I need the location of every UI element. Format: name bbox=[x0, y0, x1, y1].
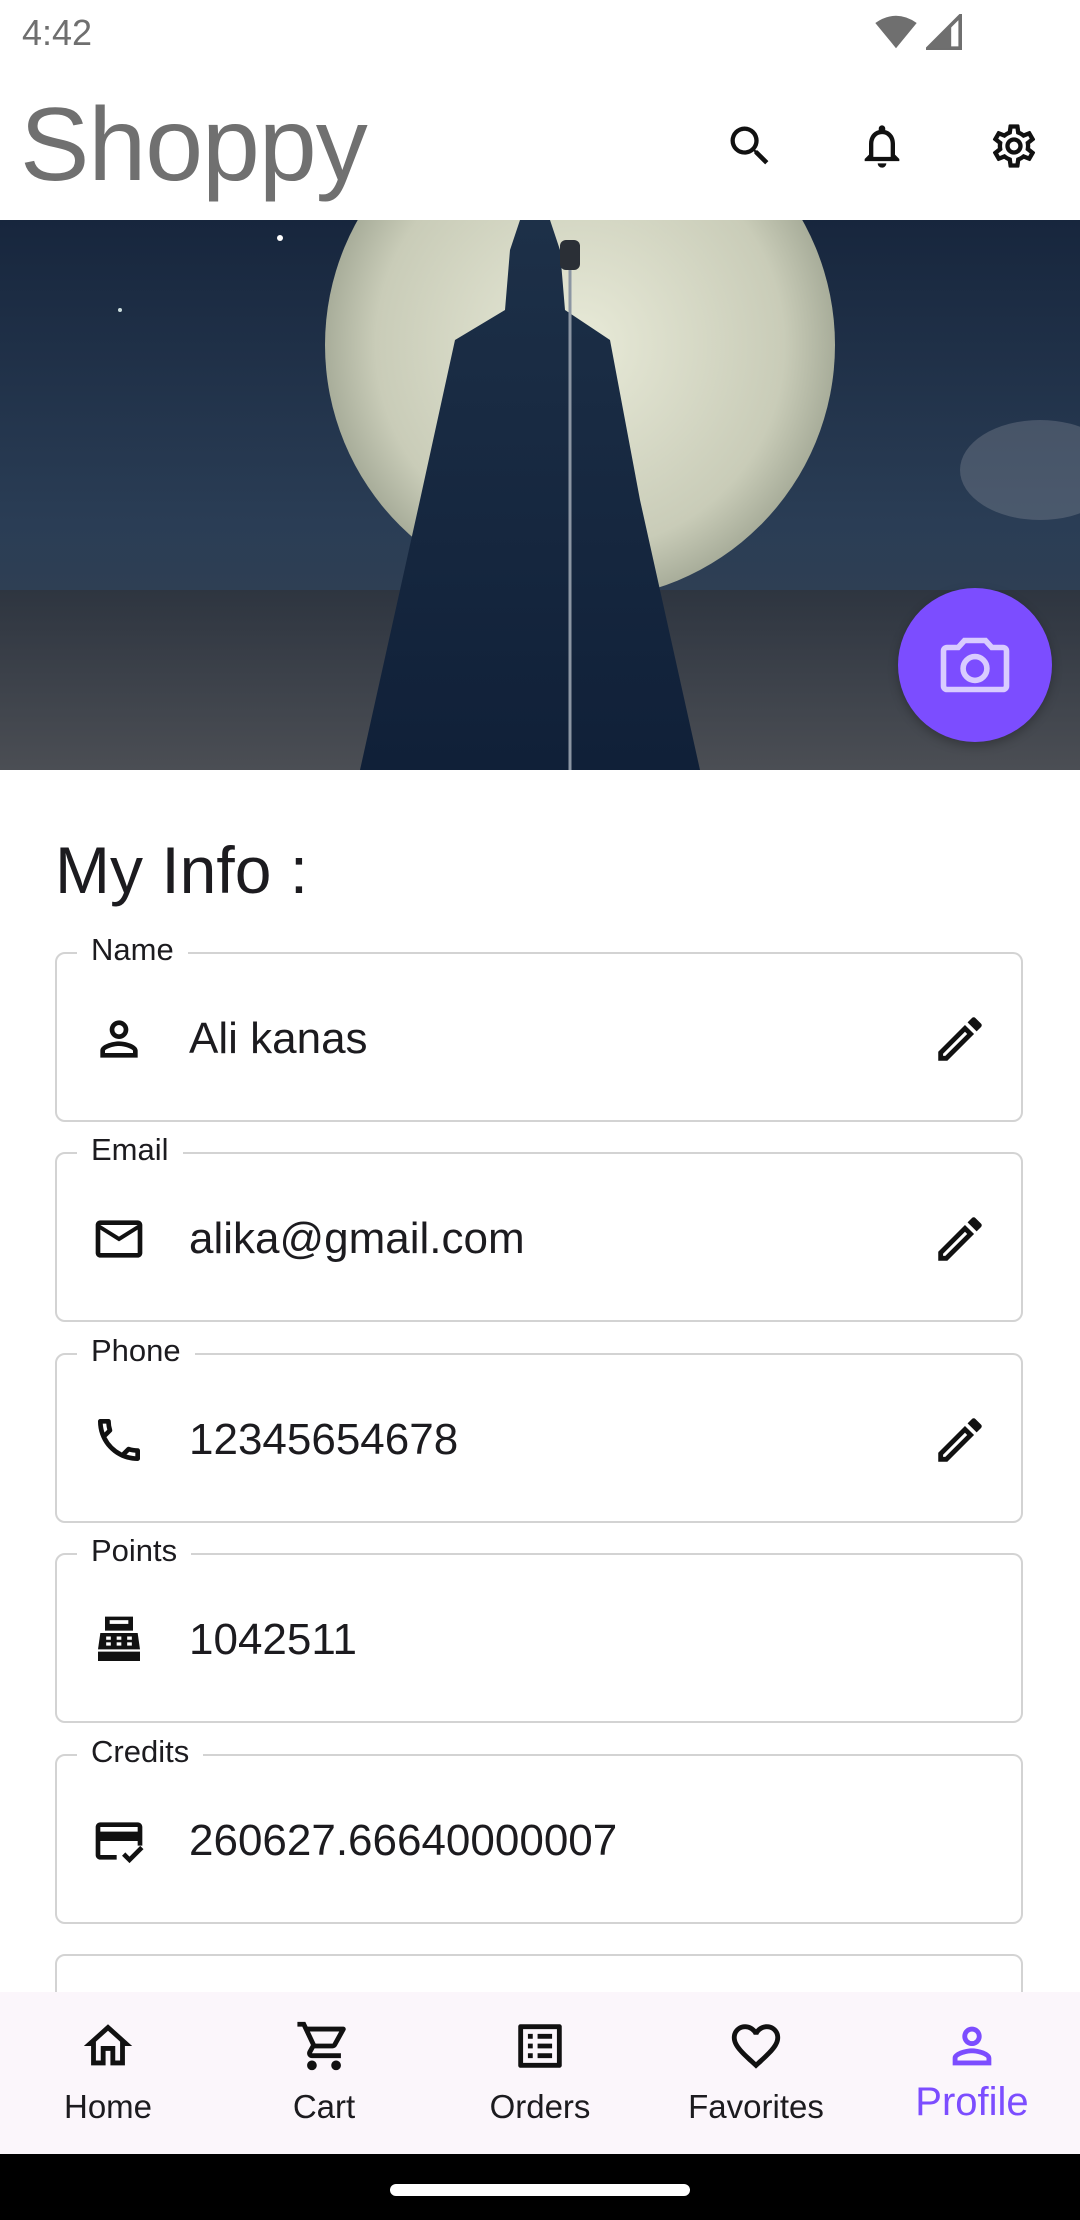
home-icon bbox=[78, 2016, 138, 2076]
name-field-label: Name bbox=[77, 932, 188, 968]
nav-item-profile[interactable]: Profile bbox=[864, 1992, 1080, 2154]
cash-register-icon bbox=[91, 1612, 147, 1668]
pencil-icon bbox=[938, 1017, 982, 1061]
nav-label-orders: Orders bbox=[489, 2088, 591, 2125]
wifi-icon bbox=[875, 15, 917, 49]
phone-field[interactable]: Phone 12345654678 bbox=[55, 1333, 1023, 1523]
profile-icon bbox=[942, 2016, 1002, 2076]
points-field: Points 1042511 bbox=[55, 1533, 1023, 1723]
heart-icon bbox=[726, 2016, 786, 2076]
orders-list-icon bbox=[510, 2016, 570, 2076]
email-field[interactable]: Email alika@gmail.com bbox=[55, 1132, 1023, 1322]
notifications-button[interactable] bbox=[850, 114, 914, 178]
home-gesture-handle[interactable] bbox=[390, 2184, 690, 2196]
status-bar: 4:42 bbox=[0, 0, 1080, 66]
nav-label-favorites: Favorites bbox=[688, 2088, 824, 2125]
pencil-icon bbox=[938, 1217, 982, 1261]
points-field-label: Points bbox=[77, 1533, 192, 1569]
nav-item-home[interactable]: Home bbox=[0, 1992, 216, 2154]
app-bar: Shoppy bbox=[0, 66, 1080, 220]
nav-item-orders[interactable]: Orders bbox=[432, 1992, 648, 2154]
email-field-value: alika@gmail.com bbox=[189, 1214, 525, 1263]
gear-icon bbox=[992, 124, 1036, 168]
points-field-value: 1042511 bbox=[189, 1615, 358, 1664]
search-icon bbox=[730, 126, 769, 165]
camera-icon bbox=[940, 637, 1010, 693]
credits-field-value: 260627.66640000007 bbox=[189, 1816, 618, 1865]
search-button[interactable] bbox=[718, 114, 782, 178]
bell-icon bbox=[864, 125, 900, 168]
email-field-label: Email bbox=[77, 1132, 183, 1168]
person-icon bbox=[91, 1011, 147, 1067]
change-photo-button[interactable] bbox=[898, 588, 1052, 742]
nav-item-favorites[interactable]: Favorites bbox=[648, 1992, 864, 2154]
system-gesture-bar bbox=[0, 2154, 1080, 2220]
cart-icon bbox=[294, 2016, 354, 2076]
credits-field: Credits 260627.66640000007 bbox=[55, 1734, 1023, 1924]
nav-label-profile: Profile bbox=[915, 2080, 1029, 2124]
status-icons bbox=[874, 14, 962, 50]
status-time: 4:42 bbox=[22, 12, 93, 53]
mail-icon bbox=[91, 1211, 147, 1267]
edit-name-button[interactable] bbox=[929, 1008, 991, 1070]
nav-item-cart[interactable]: Cart bbox=[216, 1992, 432, 2154]
app-title: Shoppy bbox=[20, 87, 368, 203]
signal-icon bbox=[926, 14, 962, 50]
edit-email-button[interactable] bbox=[929, 1208, 991, 1270]
name-field-value: Ali kanas bbox=[189, 1014, 368, 1063]
my-info-heading: My Info : bbox=[55, 833, 309, 907]
bottom-navigation: Home Cart Orders Favorites Profile bbox=[0, 1992, 1080, 2154]
credits-field-label: Credits bbox=[77, 1734, 204, 1770]
credit-card-check-icon bbox=[91, 1813, 147, 1869]
settings-button[interactable] bbox=[982, 114, 1046, 178]
phone-icon bbox=[91, 1412, 147, 1468]
nav-label-cart: Cart bbox=[292, 2088, 356, 2125]
phone-field-value: 12345654678 bbox=[189, 1415, 459, 1464]
pencil-icon bbox=[938, 1418, 982, 1462]
edit-phone-button[interactable] bbox=[929, 1409, 991, 1471]
phone-field-label: Phone bbox=[77, 1333, 195, 1369]
nav-label-home: Home bbox=[63, 2088, 153, 2125]
name-field[interactable]: Name Ali kanas bbox=[55, 932, 1023, 1122]
